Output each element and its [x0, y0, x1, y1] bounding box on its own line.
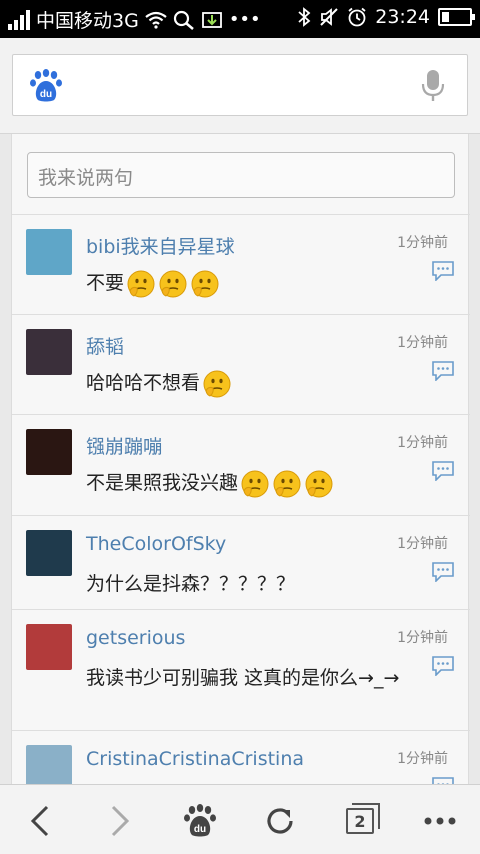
- reply-icon[interactable]: [432, 261, 454, 281]
- avatar[interactable]: [26, 530, 72, 576]
- reply-icon[interactable]: [432, 562, 454, 582]
- comment-username[interactable]: CristinaCristinaCristina: [86, 748, 304, 770]
- comment-row: 舔韬 1分钟前哈哈哈不想看: [12, 314, 470, 414]
- comment-time: 1分钟前: [397, 751, 448, 767]
- avatar[interactable]: [26, 229, 72, 275]
- thinking-emoji-icon: [241, 470, 269, 497]
- forward-icon: [111, 805, 130, 837]
- comment-row: TheColorOfSky 1分钟前为什么是抖森？？？？？: [12, 515, 470, 609]
- avatar[interactable]: [26, 329, 72, 375]
- baidu-home-icon: du: [184, 804, 216, 837]
- bluetooth-icon: [298, 7, 311, 27]
- avatar[interactable]: [26, 624, 72, 670]
- download-icon: [201, 11, 222, 28]
- comment-row: bibi我来自异星球 1分钟前不要: [12, 214, 470, 314]
- comment-text: 为什么是抖森？？？？？: [86, 568, 416, 600]
- thinking-emoji-icon: [273, 470, 301, 497]
- microphone-icon[interactable]: [421, 69, 445, 103]
- comment-row: getserious 1分钟前我读书少可别骗我 这真的是你么→_→: [12, 609, 470, 730]
- tabs-button[interactable]: 2: [340, 801, 380, 841]
- back-button[interactable]: [20, 801, 60, 841]
- thinking-emoji-icon: [203, 370, 231, 397]
- signal-icon: [8, 9, 30, 30]
- carrier-label: 中国移动3G: [36, 10, 139, 32]
- comment-time: 1分钟前: [397, 335, 448, 351]
- browser-header: du: [0, 38, 480, 134]
- reply-icon[interactable]: [432, 361, 454, 381]
- avatar[interactable]: [26, 429, 72, 475]
- alarm-icon: [348, 7, 366, 27]
- comment-username[interactable]: bibi我来自异星球: [86, 232, 235, 259]
- comment-body: 哈哈哈不想看: [86, 372, 201, 394]
- reply-icon[interactable]: [432, 461, 454, 481]
- comment-body: 为什么是抖森？？？？？: [86, 573, 296, 595]
- bottom-toolbar: du 2: [0, 784, 480, 854]
- comment-text: 我读书少可别骗我 这真的是你么→_→: [86, 662, 416, 694]
- comment-text: 不是果照我没兴趣: [86, 467, 416, 499]
- comment-row: 镪崩蹦嘣 1分钟前不是果照我没兴趣: [12, 414, 470, 515]
- comment-time: 1分钟前: [397, 536, 448, 552]
- thinking-emoji-icon: [127, 270, 155, 297]
- home-button[interactable]: du: [180, 801, 220, 841]
- comment-time: 1分钟前: [397, 235, 448, 251]
- comment-row: CristinaCristinaCristina 1分钟前: [12, 730, 470, 784]
- tab-count: 2: [354, 811, 366, 831]
- baidu-paw-icon[interactable]: du: [29, 69, 63, 103]
- avatar[interactable]: [26, 745, 72, 784]
- thinking-emoji-icon: [305, 470, 333, 497]
- wifi-icon: [145, 11, 167, 29]
- thinking-emoji-icon: [159, 270, 187, 297]
- search-icon: [173, 10, 194, 30]
- menu-button[interactable]: [420, 801, 460, 841]
- status-bar: 中国移动3G ••• 23:24: [0, 0, 480, 38]
- more-icon: •••: [228, 9, 261, 30]
- search-bar[interactable]: du: [12, 54, 468, 116]
- back-icon: [30, 805, 49, 837]
- refresh-icon: [267, 808, 293, 834]
- forward-button[interactable]: [100, 801, 140, 841]
- thinking-emoji-icon: [191, 270, 219, 297]
- comment-username[interactable]: 镪崩蹦嘣: [86, 432, 162, 459]
- comment-username[interactable]: 舔韬: [86, 332, 124, 359]
- comment-time: 1分钟前: [397, 435, 448, 451]
- reply-icon[interactable]: [432, 777, 454, 784]
- comment-text: 哈哈哈不想看: [86, 367, 416, 399]
- comment-username[interactable]: TheColorOfSky: [86, 533, 226, 555]
- svg-text:du: du: [194, 824, 206, 835]
- comment-time: 1分钟前: [397, 630, 448, 646]
- comment-username[interactable]: getserious: [86, 627, 185, 649]
- svg-text:du: du: [40, 89, 52, 100]
- comment-body: 我读书少可别骗我 这真的是你么→_→: [86, 667, 400, 689]
- reply-icon[interactable]: [432, 656, 454, 676]
- comment-input[interactable]: 我来说两句: [27, 152, 455, 198]
- battery-icon: [438, 8, 475, 26]
- tabs-icon: 2: [346, 803, 380, 834]
- clock: 23:24: [375, 6, 430, 28]
- menu-icon: [424, 817, 456, 825]
- comment-body: 不是果照我没兴趣: [86, 472, 239, 494]
- comment-page[interactable]: 我来说两句 bibi我来自异星球 1分钟前 不要 舔韬 1分钟前 哈哈哈不想看 镪崩蹦嘣 1分…: [0, 134, 480, 784]
- mute-icon: [320, 8, 338, 26]
- comment-card: 我来说两句 bibi我来自异星球 1分钟前 不要 舔韬 1分钟前 哈哈哈不想看 镪崩蹦嘣 1分…: [11, 134, 470, 784]
- comment-text: 不要: [86, 267, 416, 299]
- comment-body: 不要: [86, 272, 125, 294]
- refresh-button[interactable]: [260, 801, 300, 841]
